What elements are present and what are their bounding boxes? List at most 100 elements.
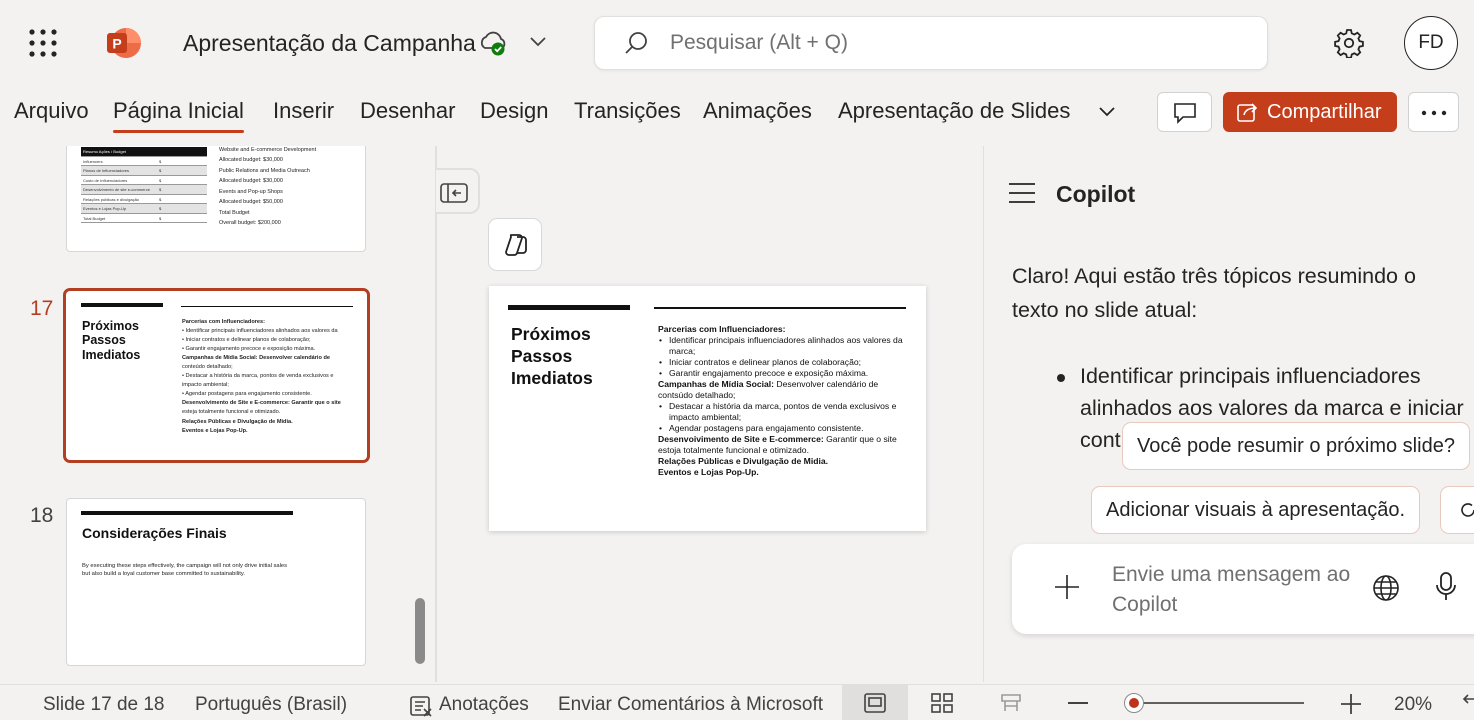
table-cell: Custo de Influenciadores	[83, 177, 128, 183]
table-cell: Relações públicas e divulgação	[83, 196, 140, 202]
share-icon	[1237, 103, 1258, 122]
slide-sorter-view-button[interactable]	[909, 685, 975, 720]
normal-view-button[interactable]	[842, 685, 908, 720]
title-bar-decoration	[81, 303, 163, 307]
slide-number-18: 18	[30, 504, 54, 527]
search-placeholder: Pesquisar (Alt + Q)	[670, 31, 848, 54]
search-icon	[625, 32, 647, 54]
message-placeholder: Envie uma mensagem ao Copilot	[1112, 563, 1351, 616]
normal-view-icon	[864, 693, 886, 713]
grid-view-icon	[931, 693, 953, 713]
zoom-out-button[interactable]	[1068, 702, 1088, 704]
section-heading: Eventos e Lojas Pop-Up.	[658, 467, 759, 477]
slide-body[interactable]: Parcerias com Influenciadores: Identific…	[658, 324, 908, 478]
tab-transicoes[interactable]: Transições	[574, 98, 681, 124]
tab-inserir[interactable]: Inserir	[273, 98, 334, 124]
tab-arquivo[interactable]: Arquivo	[14, 98, 89, 124]
refresh-icon	[1461, 503, 1474, 517]
thumbnails-scrollbar[interactable]	[415, 598, 425, 664]
tab-desenhar[interactable]: Desenhar	[360, 98, 455, 124]
thumbnail-text: By executing these steps effectively, th…	[82, 563, 288, 578]
slide-thumbnail-17-selected[interactable]: Próximos Passos Imediatos Parcerias com …	[63, 288, 370, 463]
fit-to-window-icon[interactable]	[1462, 693, 1474, 713]
copilot-message-input[interactable]: Envie uma mensagem ao Copilot	[1012, 544, 1474, 634]
section-line: Desenvoivimento de Site e E-commerce: Ga…	[658, 434, 897, 455]
copilot-pane: Copilot Claro! Aqui estão três tópicos r…	[984, 146, 1474, 682]
zoom-slider-track[interactable]	[1132, 702, 1304, 704]
tab-apresentacao-de-slides[interactable]: Apresentação de Slides	[838, 98, 1070, 124]
collapse-pane-button[interactable]	[436, 168, 480, 214]
section-heading: Parcerias com Influenciadores:	[658, 324, 786, 334]
globe-icon[interactable]	[1372, 574, 1400, 602]
chevron-down-icon[interactable]	[529, 34, 547, 48]
divider-line	[654, 307, 906, 309]
table-cell: Total Budget	[83, 215, 106, 221]
svg-text:P: P	[112, 36, 121, 52]
feedback-link[interactable]: Enviar Comentários à Microsoft	[558, 694, 823, 716]
list-item: Identificar principais influenciadores a…	[658, 335, 908, 357]
title-bar: P Apresentação da Campanha Pesquisar (Al…	[0, 0, 1474, 86]
notes-button-label[interactable]: Anotações	[439, 694, 529, 716]
reading-view-button[interactable]	[978, 685, 1044, 720]
cloud-saved-icon[interactable]	[478, 29, 508, 57]
copilot-icon	[505, 234, 527, 256]
more-dots-icon	[1421, 110, 1447, 116]
menu-icon[interactable]	[1008, 182, 1036, 204]
gear-icon[interactable]	[1334, 28, 1364, 58]
slide-counter: Slide 17 de 18	[43, 694, 165, 715]
slide-thumbnails-pane: Resumo Ações / Budget Influencers $ Plano…	[0, 146, 436, 682]
tab-design[interactable]: Design	[480, 98, 548, 124]
table-cell: Resumo Ações / Budget	[83, 149, 126, 154]
thumbnail-text: Parcerias com Influenciadores: • Identif…	[182, 319, 341, 434]
more-options-button[interactable]	[1408, 92, 1459, 132]
slide-title[interactable]: Próximos Passos Imediatos	[511, 324, 641, 390]
suggestion-chip-more[interactable]	[1440, 486, 1474, 534]
table-cell: Influencers	[83, 158, 103, 164]
ribbon-tabs: Arquivo Página Inicial Inserir Desenhar …	[0, 86, 1474, 144]
search-input[interactable]: Pesquisar (Alt + Q)	[594, 16, 1268, 70]
collapse-pane-icon	[440, 183, 468, 203]
copilot-response-text: Claro! Aqui estão três tópicos resumindo…	[1012, 264, 1416, 322]
suggestion-chip-summarize-next[interactable]: Você pode resumir o próximo slide?	[1122, 422, 1470, 470]
slide-thumbnail-16[interactable]: Resumo Ações / Budget Influencers $ Plano…	[66, 146, 366, 252]
bullet-icon	[1057, 374, 1065, 382]
table-cell: Planos de Influenciadores	[83, 168, 130, 173]
microphone-icon[interactable]	[1436, 572, 1456, 602]
user-avatar[interactable]: FD	[1404, 16, 1458, 70]
list-item: Destacar a história da marca, pontos de …	[658, 401, 908, 423]
powerpoint-logo-icon: P	[107, 28, 141, 58]
copilot-title: Copilot	[1056, 181, 1136, 207]
zoom-slider-handle[interactable]	[1124, 693, 1144, 713]
list-item: Iniciar contratos e delinear planos de c…	[658, 357, 908, 368]
slide-canvas[interactable]: Próximos Passos Imediatos Parcerias com …	[489, 286, 926, 531]
slide-thumbnail-18[interactable]: Considerações Finais By executing these …	[66, 498, 366, 666]
app-window: P Apresentação da Campanha Pesquisar (Al…	[0, 0, 1474, 720]
app-launcher-icon[interactable]	[28, 28, 58, 58]
list-item: Agendar postagens para engajamento consi…	[658, 423, 908, 434]
share-button[interactable]: Compartilhar	[1223, 92, 1397, 132]
chevron-down-icon[interactable]	[1096, 102, 1118, 120]
title-bar-decoration	[508, 305, 630, 310]
section-line: Campanhas de Mídia Social: Desenvolver c…	[658, 379, 879, 400]
comments-button[interactable]	[1157, 92, 1212, 132]
copilot-button[interactable]	[488, 218, 542, 271]
zoom-level[interactable]: 20%	[1394, 694, 1432, 716]
title-bar-decoration	[81, 511, 293, 515]
notes-icon[interactable]	[410, 695, 434, 717]
divider-line	[181, 306, 353, 307]
section-heading: Relações Públicas e Divulgação de Midia.	[658, 456, 829, 466]
table-cell: Desenvolvimento de site e-commerce	[83, 187, 150, 192]
slide-number-17: 17	[30, 297, 54, 320]
share-label: Compartilhar	[1267, 101, 1382, 123]
tab-pagina-inicial[interactable]: Página Inicial	[113, 98, 244, 133]
document-title[interactable]: Apresentação da Campanha	[183, 30, 476, 57]
language-indicator[interactable]: Português (Brasil)	[195, 694, 347, 716]
suggestion-chip-add-visuals[interactable]: Adicionar visuais à apresentação.	[1091, 486, 1421, 534]
thumbnail-text: Website and E-commerce Development Alloc…	[219, 147, 317, 227]
zoom-in-button[interactable]	[1340, 693, 1362, 715]
list-item: Garantir engajamento precoce e exposição…	[658, 368, 908, 379]
plus-icon[interactable]	[1054, 574, 1080, 600]
comment-icon	[1174, 103, 1196, 124]
tab-animacoes[interactable]: Animações	[703, 98, 812, 124]
pane-divider[interactable]	[435, 146, 437, 682]
